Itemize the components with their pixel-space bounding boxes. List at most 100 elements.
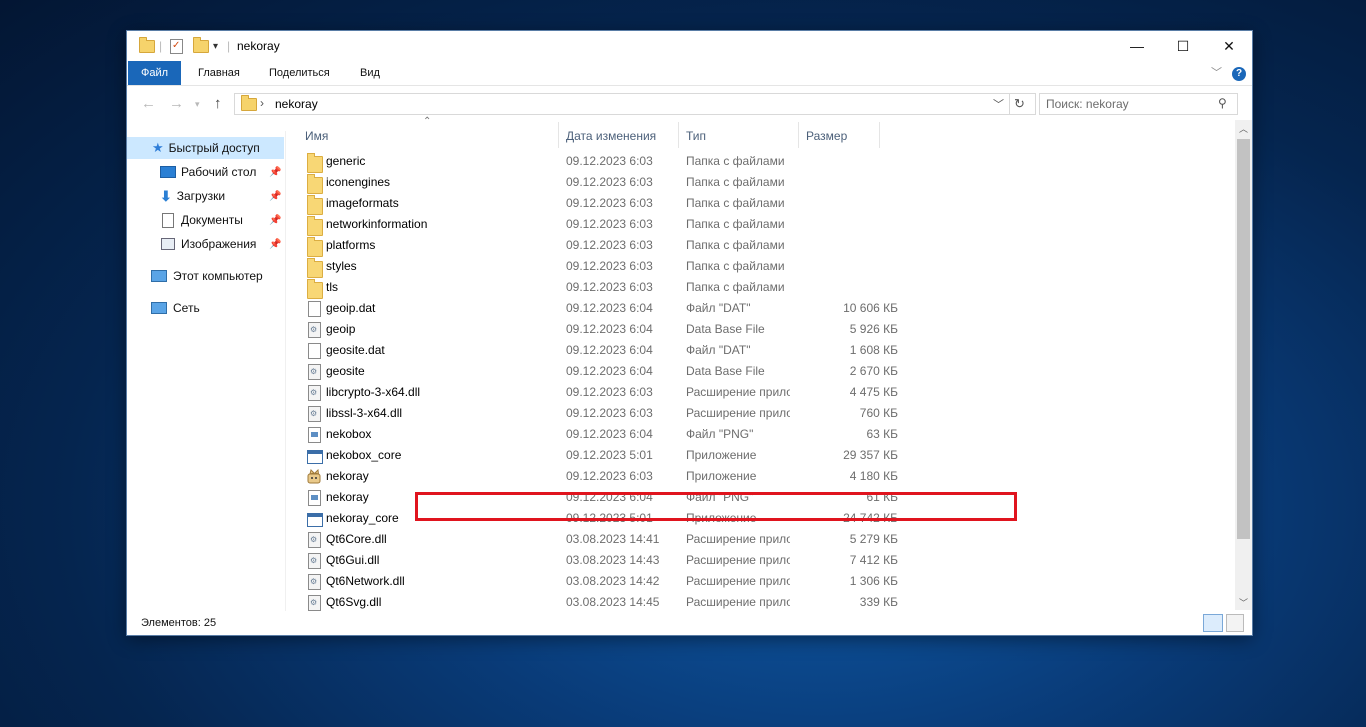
nekoray-app-icon	[307, 468, 321, 484]
chevron-right-icon[interactable]: ›	[260, 96, 264, 110]
table-row[interactable]: Qt6Core.dll 03.08.2023 14:41 Расширение пр…	[297, 529, 898, 550]
details-view-icon[interactable]	[1203, 614, 1223, 632]
file-size: 5 926 КБ	[849, 322, 898, 336]
column-header-name[interactable]: Имя	[305, 124, 328, 148]
table-row[interactable]: networkinformation 09.12.2023 6:03 Папка с…	[297, 214, 897, 236]
customize-toolbar-icon[interactable]: ▾	[213, 38, 218, 54]
file-date: 09.12.2023 6:04	[566, 301, 653, 315]
table-row[interactable]: geosite 09.12.2023 6:04 Data Base File 2 67…	[297, 361, 898, 382]
table-row[interactable]: iconengines 09.12.2023 6:03 Папка с файлам…	[297, 172, 897, 194]
new-folder-icon[interactable]	[193, 36, 209, 54]
table-row[interactable]: Qt6Gui.dll 03.08.2023 14:43 Расширение при…	[297, 550, 898, 571]
folder-icon	[307, 195, 323, 215]
address-bar[interactable]: › nekoray ﹀ ↻	[234, 93, 1036, 115]
table-row[interactable]: Qt6Svg.dll 03.08.2023 14:45 Расширение при…	[297, 592, 898, 613]
file-type: Файл "PNG"	[686, 427, 754, 441]
table-row[interactable]: geosite.dat 09.12.2023 6:04 Файл "DAT" 1 60…	[297, 340, 898, 361]
table-row[interactable]: imageformats 09.12.2023 6:03 Папка с файла…	[297, 193, 897, 215]
column-divider[interactable]	[678, 122, 679, 148]
properties-icon[interactable]: ✓	[170, 38, 183, 54]
address-dropdown-icon[interactable]: ﹀	[993, 96, 1004, 112]
file-type: Папка с файлами	[686, 154, 785, 168]
table-row[interactable]: nekoray 09.12.2023 6:03 Приложение 4 180 КБ	[297, 466, 898, 487]
table-row[interactable]: libssl-3-x64.dll 09.12.2023 6:03 Расширени…	[297, 403, 898, 424]
file-name: nekobox_core	[326, 448, 402, 462]
table-row[interactable]: geoip 09.12.2023 6:04 Data Base File 5 926 …	[297, 319, 898, 340]
column-header-size[interactable]: Размер	[806, 124, 847, 148]
file-name: libssl-3-x64.dll	[326, 406, 403, 420]
file-name: imageformats	[326, 196, 399, 210]
search-icon[interactable]: ⚲	[1218, 96, 1227, 110]
table-row[interactable]: geoip.dat 09.12.2023 6:04 Файл "DAT" 10 606…	[297, 298, 898, 319]
file-date: 03.08.2023 14:45	[566, 595, 660, 609]
search-input[interactable]: Поиск: nekoray	[1046, 97, 1129, 111]
sidebar-item-downloads[interactable]: ⬇ Загрузки 📌	[127, 185, 284, 207]
back-icon[interactable]: ←	[141, 95, 156, 112]
minimize-button[interactable]: —	[1114, 31, 1160, 61]
column-divider[interactable]	[558, 122, 559, 148]
folder-icon	[307, 216, 323, 236]
scroll-up-icon[interactable]: ︿	[1239, 122, 1248, 135]
separator: |	[227, 39, 231, 53]
status-bar: Элементов: 25	[127, 611, 1252, 635]
help-button[interactable]: ?	[1232, 61, 1246, 85]
table-row[interactable]: libcrypto-3-x64.dll 09.12.2023 6:03 Расшир…	[297, 382, 898, 403]
application-icon	[307, 513, 323, 527]
pin-icon[interactable]: 📌	[269, 167, 281, 178]
column-divider[interactable]	[879, 122, 880, 148]
sidebar-item-this-pc[interactable]: Этот компьютер	[127, 265, 284, 287]
sidebar-item-documents[interactable]: Документы 📌	[127, 209, 284, 231]
title-bar: | ✓ ▾ | nekoray — ☐ ✕	[127, 31, 1252, 61]
table-row[interactable]: nekobox_core 09.12.2023 5:01 Приложение 29 …	[297, 445, 898, 466]
forward-icon[interactable]: →	[169, 95, 184, 112]
table-row[interactable]: generic 09.12.2023 6:03 Папка с файлами	[297, 151, 897, 173]
pin-icon[interactable]: 📌	[269, 239, 281, 250]
large-icons-view-icon[interactable]	[1226, 614, 1244, 632]
file-date: 09.12.2023 6:03	[566, 196, 653, 210]
file-type: Расширение приложения	[686, 595, 790, 609]
table-row[interactable]: platforms 09.12.2023 6:03 Папка с файлами	[297, 235, 897, 257]
refresh-icon[interactable]: ↻	[1014, 96, 1025, 112]
tab-view[interactable]: Вид	[360, 61, 380, 85]
column-header-type[interactable]: Тип	[686, 124, 706, 148]
file-size: 1 306 КБ	[849, 574, 898, 588]
help-icon: ?	[1232, 67, 1246, 81]
sidebar-item-pictures[interactable]: Изображения 📌	[127, 233, 284, 255]
tab-file[interactable]: Файл	[128, 61, 181, 85]
file-date: 09.12.2023 6:03	[566, 280, 653, 294]
close-button[interactable]: ✕	[1206, 31, 1252, 61]
tab-share[interactable]: Поделиться	[269, 61, 330, 85]
maximize-button[interactable]: ☐	[1160, 31, 1206, 61]
file-name: libcrypto-3-x64.dll	[326, 385, 421, 399]
sidebar-item-network[interactable]: Сеть	[127, 297, 284, 319]
file-type: Приложение	[686, 469, 757, 483]
up-icon[interactable]: ↑	[214, 95, 222, 112]
scrollbar-thumb[interactable]	[1237, 139, 1250, 539]
file-type: Расширение приложения	[686, 385, 790, 399]
file-type: Папка с файлами	[686, 175, 785, 189]
address-path[interactable]: nekoray	[275, 97, 318, 111]
table-row[interactable]: styles 09.12.2023 6:03 Папка с файлами	[297, 256, 897, 278]
column-divider[interactable]	[798, 122, 799, 148]
scroll-down-icon[interactable]: ﹀	[1239, 596, 1248, 609]
table-row[interactable]: tls 09.12.2023 6:03 Папка с файлами	[297, 277, 897, 299]
sidebar-item-desktop[interactable]: Рабочий стол 📌	[127, 161, 284, 183]
file-icon	[308, 301, 321, 317]
file-name: iconengines	[326, 175, 391, 189]
vertical-scrollbar[interactable]: ︿ ﹀	[1235, 120, 1252, 610]
expand-ribbon-icon[interactable]: ﹀	[1211, 61, 1222, 85]
pin-icon[interactable]: 📌	[269, 215, 281, 226]
tab-home[interactable]: Главная	[198, 61, 240, 85]
table-row[interactable]: Qt6Network.dll 03.08.2023 14:42 Расширение…	[297, 571, 898, 592]
settings-file-icon	[308, 532, 321, 548]
sidebar-item-quick-access[interactable]: ★ Быстрый доступ	[127, 137, 284, 159]
recent-locations-icon[interactable]: ▾	[195, 99, 200, 110]
pin-icon[interactable]: 📌	[269, 191, 281, 202]
search-box[interactable]: Поиск: nekoray ⚲	[1039, 93, 1238, 115]
separator: |	[159, 39, 163, 53]
file-type: Расширение приложения	[686, 574, 790, 588]
table-row[interactable]: nekobox 09.12.2023 6:04 Файл "PNG" 63 КБ	[297, 424, 898, 445]
file-date: 09.12.2023 6:04	[566, 322, 653, 336]
column-header-date[interactable]: Дата изменения	[566, 124, 656, 148]
item-count: Элементов: 25	[141, 617, 217, 629]
